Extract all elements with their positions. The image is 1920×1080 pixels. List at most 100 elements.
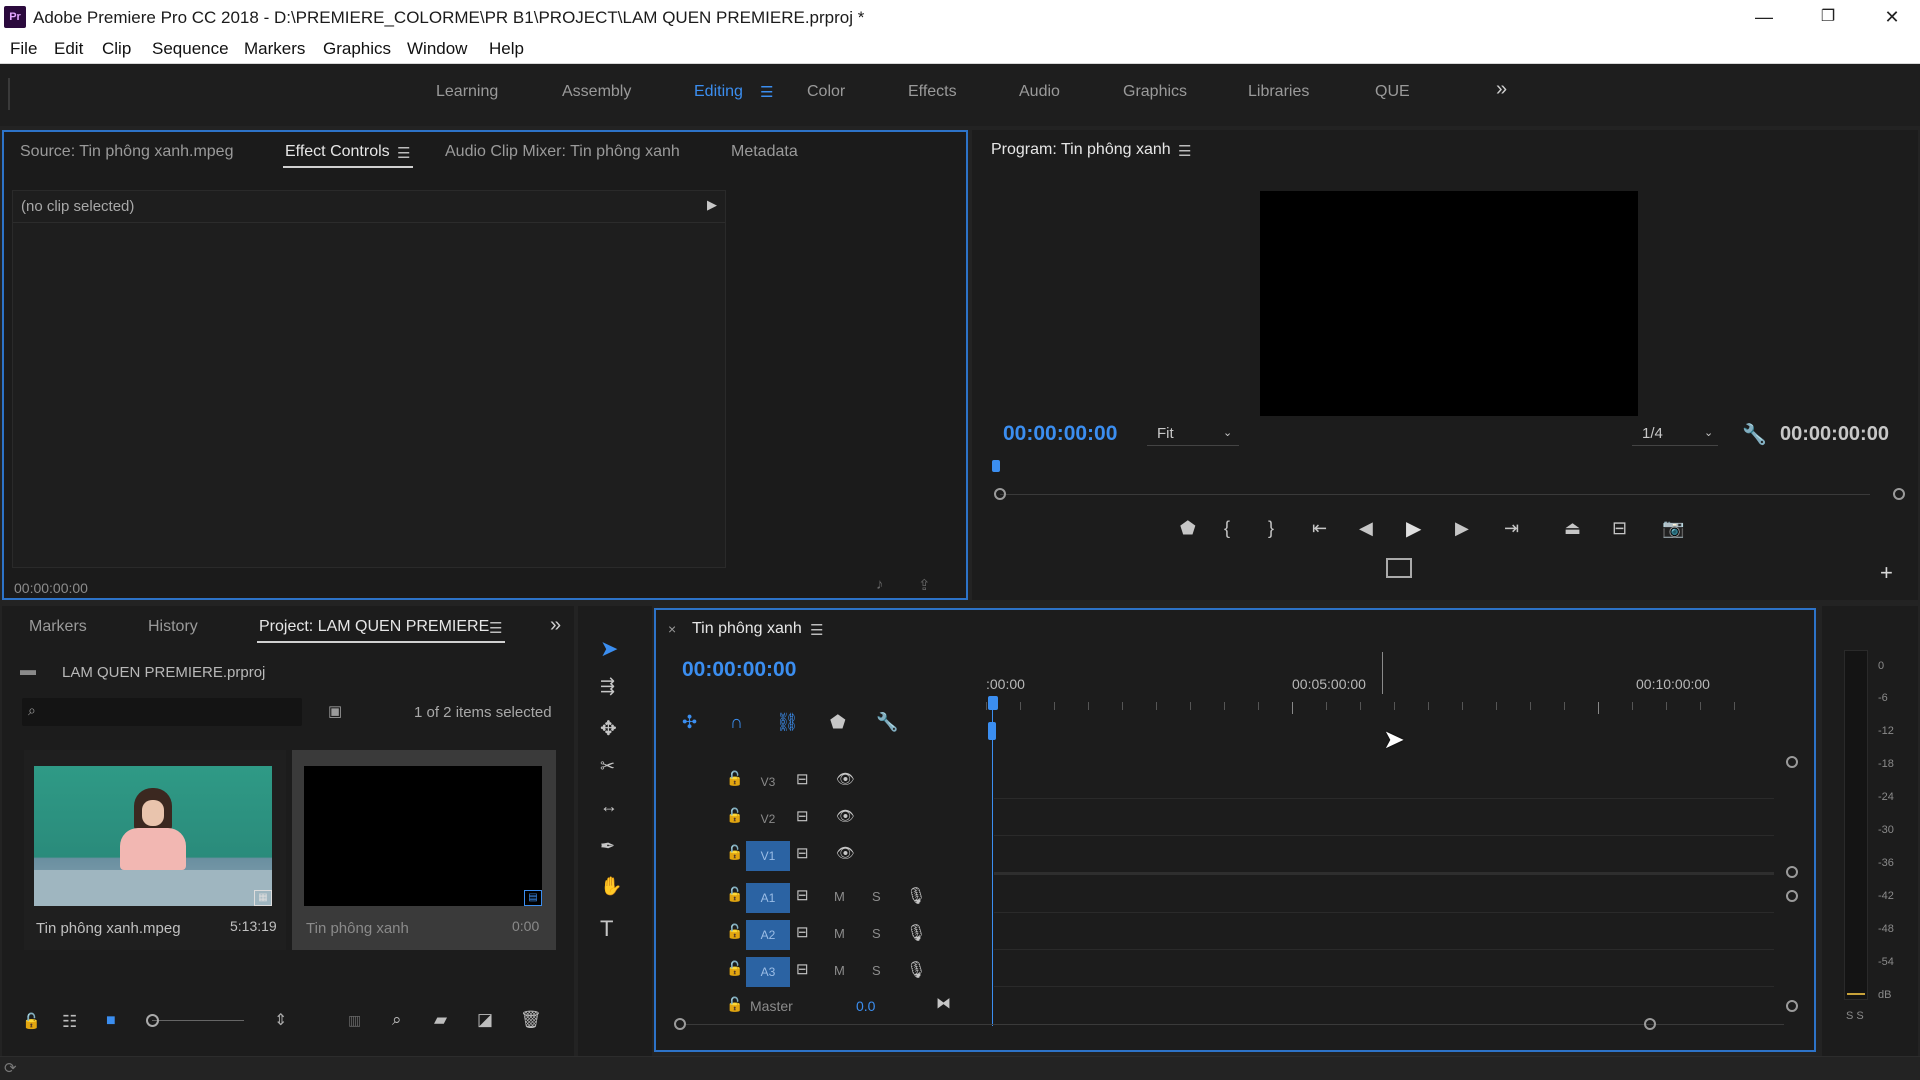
zoom-scroll-left-handle[interactable] <box>674 1018 686 1030</box>
workspace-color[interactable]: Color <box>807 83 845 101</box>
icon-view-icon[interactable]: ■ <box>106 1012 116 1030</box>
wrench-icon[interactable]: 🔧 <box>1742 422 1767 447</box>
track-label-a2[interactable]: A2 <box>746 920 790 950</box>
workspace-libraries[interactable]: Libraries <box>1248 83 1309 101</box>
project-item-clip[interactable]: ▦ Tin phông xanh.mpeg 5:13:19 <box>24 750 286 950</box>
lift-icon[interactable]: ⏏ <box>1564 518 1581 539</box>
close-sequence-icon[interactable]: × <box>668 621 676 637</box>
track-header-a1[interactable]: 🔓 A1 ⊟ M S 🎙 <box>656 880 986 916</box>
sequence-tab[interactable]: Tin phông xanh <box>692 620 802 638</box>
restore-button[interactable]: ❐ <box>1796 0 1860 34</box>
ripple-edit-tool-icon[interactable]: ✥ <box>600 716 617 741</box>
microphone-icon[interactable]: 🎙 <box>906 886 926 906</box>
sync-lock-icon[interactable]: ⊟ <box>796 923 809 941</box>
program-menu-icon[interactable]: ☰ <box>1178 142 1191 160</box>
sync-lock-icon[interactable]: ⊟ <box>796 886 809 904</box>
menu-window[interactable]: Window <box>407 39 467 59</box>
mute-button[interactable]: M <box>834 926 845 941</box>
project-menu-icon[interactable]: ☰ <box>489 619 502 637</box>
add-marker-icon[interactable]: ⬟ <box>1180 518 1196 539</box>
expand-arrow-icon[interactable]: ▶ <box>707 197 717 213</box>
program-monitor-title[interactable]: Program: Tin phông xanh <box>991 141 1171 159</box>
audio-scroll-bottom-handle[interactable] <box>1786 1000 1798 1012</box>
linked-selection-icon[interactable]: ⛓ <box>776 712 799 733</box>
timeline-playhead-handle[interactable] <box>988 696 998 710</box>
workspace-audio[interactable]: Audio <box>1019 83 1060 101</box>
slip-tool-icon[interactable]: ↔ <box>600 796 618 817</box>
workspace-effects[interactable]: Effects <box>908 83 957 101</box>
track-header-master[interactable]: 🔓 Master 0.0 ⧓ <box>656 990 986 1026</box>
sync-lock-icon[interactable]: ⊟ <box>796 960 809 978</box>
video-scroll-top-handle[interactable] <box>1786 756 1798 768</box>
lock-icon[interactable]: 🔓 <box>726 886 743 903</box>
lock-icon[interactable]: 🔓 <box>726 996 743 1013</box>
master-volume-value[interactable]: 0.0 <box>856 998 875 1014</box>
track-label-v1[interactable]: V1 <box>746 841 790 871</box>
eye-icon[interactable]: 👁 <box>836 844 855 862</box>
timeline-zoom-scrollbar[interactable] <box>684 1024 1784 1025</box>
solo-button[interactable]: S <box>872 889 881 904</box>
menu-help[interactable]: Help <box>489 39 524 59</box>
button-editor-plus-icon[interactable]: + <box>1880 560 1893 586</box>
playhead-marker[interactable] <box>992 460 1000 472</box>
more-panels-icon[interactable]: » <box>550 614 561 637</box>
scrubber-end-handle[interactable] <box>1893 488 1905 500</box>
play-icon[interactable]: ▶ <box>1406 516 1421 541</box>
microphone-icon[interactable]: 🎙 <box>906 923 926 943</box>
tab-effect-controls[interactable]: Effect Controls <box>285 143 390 161</box>
workspace-assembly[interactable]: Assembly <box>562 83 631 101</box>
scrubber-start-handle[interactable] <box>994 488 1006 500</box>
more-workspaces-icon[interactable]: » <box>1496 78 1507 101</box>
scrubber-track[interactable] <box>1000 494 1870 495</box>
workspace-que[interactable]: QUE <box>1375 83 1410 101</box>
microphone-icon[interactable]: 🎙 <box>906 960 926 980</box>
new-search-bin-icon[interactable]: ▣ <box>328 702 342 720</box>
track-label-v2[interactable]: V2 <box>746 804 790 834</box>
zoom-dropdown[interactable]: Fit ⌄ <box>1147 422 1239 446</box>
lock-icon[interactable]: 🔓 <box>726 960 743 977</box>
menu-markers[interactable]: Markers <box>244 39 305 59</box>
sequence-menu-icon[interactable]: ☰ <box>810 621 823 639</box>
thumbnail-size-slider[interactable] <box>152 1020 244 1021</box>
step-back-icon[interactable]: ◀ <box>1359 518 1373 539</box>
zoom-scroll-right-handle[interactable] <box>1644 1018 1656 1030</box>
razor-tool-icon[interactable]: ✂ <box>600 756 615 777</box>
timeline-timecode[interactable]: 00:00:00:00 <box>682 658 796 682</box>
eye-icon[interactable]: 👁 <box>836 807 855 825</box>
mute-button[interactable]: M <box>834 963 845 978</box>
add-marker-icon[interactable]: ⬟ <box>830 712 846 733</box>
resolution-dropdown[interactable]: 1/4 ⌄ <box>1632 422 1718 446</box>
extract-icon[interactable]: ⊟ <box>1612 518 1627 539</box>
mark-in-icon[interactable]: { <box>1224 518 1230 539</box>
export-frame-icon[interactable]: 📷 <box>1662 518 1684 539</box>
type-tool-icon[interactable]: T <box>600 916 613 942</box>
minimize-button[interactable]: — <box>1732 0 1796 34</box>
tab-markers[interactable]: Markers <box>29 618 87 636</box>
track-header-a2[interactable]: 🔓 A2 ⊟ M S 🎙 <box>656 917 986 953</box>
time-ruler[interactable] <box>986 702 1766 714</box>
workspace-editing[interactable]: Editing <box>694 83 743 101</box>
new-bin-icon[interactable]: ▰ <box>434 1010 447 1030</box>
lock-icon[interactable]: 🔓 <box>22 1012 41 1030</box>
audio-scroll-top-handle[interactable] <box>1786 890 1798 902</box>
pen-tool-icon[interactable]: ✒ <box>600 836 615 857</box>
tab-project[interactable]: Project: LAM QUEN PREMIERE <box>259 618 489 636</box>
eye-icon[interactable]: 👁 <box>836 770 855 788</box>
step-forward-icon[interactable]: ▶ <box>1455 518 1469 539</box>
export-icon[interactable]: ⇪ <box>918 576 931 594</box>
nest-toggle-icon[interactable]: ✣ <box>682 712 697 733</box>
snap-icon[interactable]: ∩ <box>730 712 743 733</box>
workspace-learning[interactable]: Learning <box>436 83 498 101</box>
project-item-sequence[interactable]: ▤ Tin phông xanh 0:00 <box>292 750 556 950</box>
timeline-settings-icon[interactable]: 🔧 <box>876 712 898 733</box>
safe-margins-icon[interactable] <box>1386 558 1412 578</box>
close-button[interactable]: ✕ <box>1860 0 1920 34</box>
tab-audio-clip-mixer[interactable]: Audio Clip Mixer: Tin phông xanh <box>445 143 680 161</box>
video-scroll-bottom-handle[interactable] <box>1786 866 1798 878</box>
track-label-v3[interactable]: V3 <box>746 767 790 797</box>
automate-icon[interactable]: ▥ <box>348 1012 361 1029</box>
trash-icon[interactable]: 🗑 <box>520 1010 542 1030</box>
hand-tool-icon[interactable]: ✋ <box>600 876 622 897</box>
workspace-menu-icon[interactable]: ☰ <box>760 83 773 101</box>
search-input[interactable]: ⌕ <box>22 698 302 726</box>
